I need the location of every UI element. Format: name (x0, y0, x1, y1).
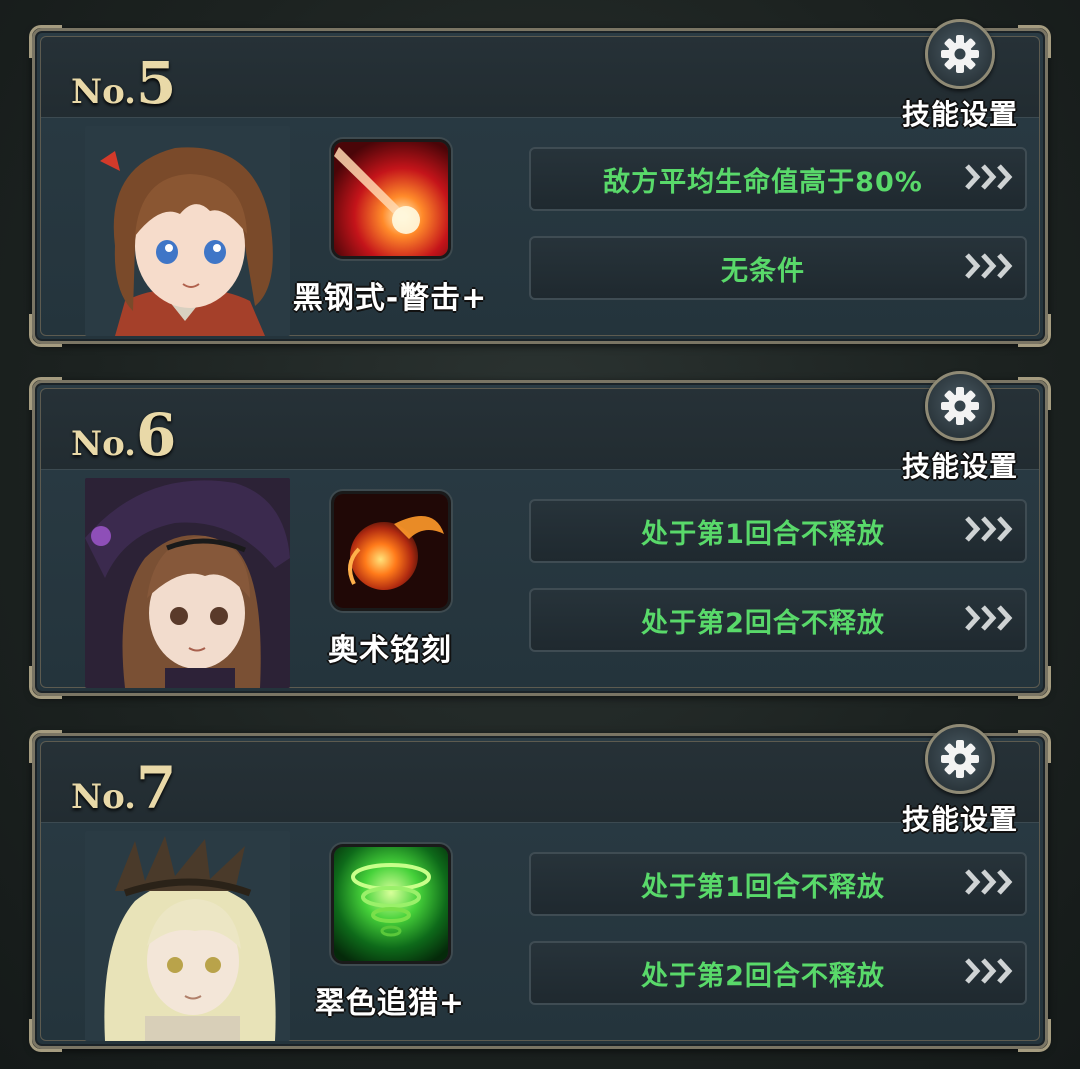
condition-row-2[interactable]: 无条件 (529, 236, 1027, 300)
condition-text: 处于第1回合不释放 (641, 871, 885, 903)
skill-name: 奥术铭刻 (328, 633, 452, 668)
frame-corner (1018, 1019, 1051, 1052)
frame-corner (29, 314, 62, 347)
card-header (41, 389, 1039, 470)
card-header (41, 37, 1039, 118)
triple-chevron-right-icon[interactable] (955, 514, 1025, 548)
frame-corner (29, 666, 62, 699)
skill-settings-label: 技能设置 (901, 803, 1018, 836)
skill-settings-button[interactable]: 技能设置 (895, 724, 1025, 836)
skill-settings-label: 技能设置 (901, 98, 1018, 131)
character-portrait (85, 126, 290, 336)
slot-number: No.7 (71, 754, 176, 822)
slot-number: No.5 (71, 49, 176, 117)
slot-card-7: No.7 技能设置 翠色追猎+ 处于第1回合不释放 处于第2回合不释放 (29, 724, 1051, 1052)
condition-row-1[interactable]: 敌方平均生命值高于80% (529, 147, 1027, 211)
condition-text: 敌方平均生命值高于80% (603, 166, 923, 198)
slot-number-value: 7 (136, 754, 177, 822)
skill-settings-label: 技能设置 (901, 450, 1018, 483)
gear-icon[interactable] (925, 19, 995, 89)
triple-chevron-right-icon[interactable] (955, 162, 1025, 196)
skill-settings-button[interactable]: 技能设置 (895, 19, 1025, 131)
green-tornado-skill-icon[interactable] (331, 844, 451, 964)
card-header (41, 742, 1039, 823)
slot-number-value: 5 (136, 49, 177, 117)
frame-corner (29, 1019, 62, 1052)
condition-row-2[interactable]: 处于第2回合不释放 (529, 941, 1027, 1005)
skill-settings-button[interactable]: 技能设置 (895, 371, 1025, 483)
condition-row-2[interactable]: 处于第2回合不释放 (529, 588, 1027, 652)
condition-text: 处于第2回合不释放 (641, 960, 885, 992)
fireball-skill-icon[interactable] (331, 491, 451, 611)
frame-corner (1018, 314, 1051, 347)
triple-chevron-right-icon[interactable] (955, 251, 1025, 285)
character-portrait (85, 831, 290, 1041)
character-portrait (85, 478, 290, 688)
slot-number-prefix: No. (71, 777, 136, 817)
slot-card-6: No.6 技能设置 奥术铭刻 处于第1回合不释放 处于第2回合不释放 (29, 371, 1051, 699)
frame-corner (1018, 666, 1051, 699)
slot-number: No.6 (71, 401, 176, 469)
slot-card-5: No.5 技能设置 黑钢式-瞥击+ 敌方平均生命值高于80% 无条件 (29, 19, 1051, 347)
triple-chevron-right-icon[interactable] (955, 956, 1025, 990)
triple-chevron-right-icon[interactable] (955, 867, 1025, 901)
skill-name: 翠色追猎+ (314, 986, 466, 1021)
condition-text: 处于第2回合不释放 (641, 607, 885, 639)
gear-icon[interactable] (925, 371, 995, 441)
condition-row-1[interactable]: 处于第1回合不释放 (529, 852, 1027, 916)
condition-row-1[interactable]: 处于第1回合不释放 (529, 499, 1027, 563)
red-slash-skill-icon[interactable] (331, 139, 451, 259)
skill-name: 黑钢式-瞥击+ (292, 281, 488, 316)
gear-icon[interactable] (925, 724, 995, 794)
slot-number-prefix: No. (71, 72, 136, 112)
condition-text: 无条件 (721, 255, 805, 287)
condition-text: 处于第1回合不释放 (641, 518, 885, 550)
slot-number-value: 6 (136, 401, 177, 469)
slot-number-prefix: No. (71, 424, 136, 464)
triple-chevron-right-icon[interactable] (955, 603, 1025, 637)
